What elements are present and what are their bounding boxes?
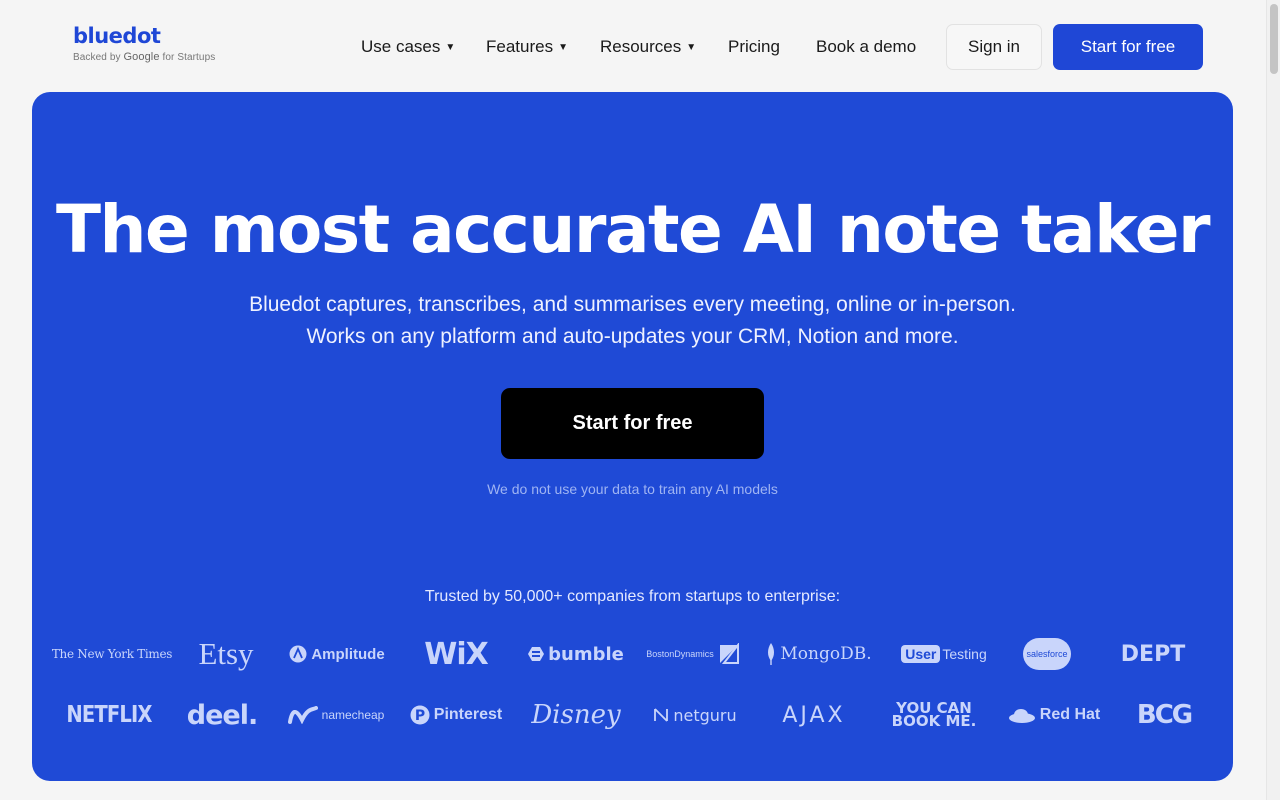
mongodb-leaf-icon [766, 643, 776, 665]
redhat-hat-icon [1008, 705, 1036, 725]
trusted-by-text: Trusted by 50,000+ companies from startu… [424, 588, 841, 605]
usertesting-testing-word: Testing [942, 646, 987, 662]
logo-tagline: Backed by Google for Startups [73, 51, 215, 63]
customer-logos-row-2: NETFLIX deel. namecheap P Pinterest Disne… [32, 690, 1233, 740]
nav-resources-label: Resources [600, 37, 682, 56]
caret-down-icon: ▼ [686, 42, 697, 53]
svg-text:P: P [415, 708, 425, 724]
bumble-icon [528, 646, 545, 662]
amplitude-icon [289, 645, 307, 663]
nav-features[interactable]: Features ▼ [486, 36, 568, 59]
privacy-note: We do not use your data to train any AI … [487, 481, 778, 497]
nav-book-demo-label: Book a demo [816, 37, 917, 56]
ycbm-line2: BOOK ME. [891, 712, 977, 730]
salesforce-wordmark: salesforce [1026, 649, 1068, 659]
deel-logo: deel. [186, 699, 258, 731]
nav-resources[interactable]: Resources ▼ [600, 36, 696, 59]
wix-logo: WiX [424, 636, 489, 672]
logo-wordmark: bluedot [73, 24, 161, 48]
usertesting-logo: User Testing [884, 629, 1004, 679]
hero-subtitle-line1: Bluedot captures, transcribes, and summa… [249, 293, 1016, 316]
page-scrollbar[interactable] [1266, 0, 1280, 800]
scrollbar-thumb[interactable] [1270, 4, 1278, 74]
netguru-wordmark: netguru [673, 705, 737, 725]
nyt-logo: The New York Times [51, 647, 173, 661]
namecheap-logo: namecheap [276, 690, 396, 740]
nav-features-label: Features [486, 37, 554, 56]
bumble-wordmark: bumble [548, 643, 624, 665]
hero-section: The most accurate AI note taker Bluedot … [32, 92, 1233, 781]
nav-book-demo[interactable]: Book a demo [816, 36, 916, 58]
netguru-icon [653, 707, 669, 723]
redhat-logo: Red Hat [994, 690, 1114, 740]
hero-title: The most accurate AI note taker [55, 191, 1211, 268]
pinterest-p-icon: P [410, 705, 430, 725]
boston-dynamics-icon [718, 643, 740, 665]
salesforce-cloud-icon: salesforce [1023, 638, 1071, 670]
hero-subtitle-line2: Works on any platform and auto-updates y… [306, 325, 959, 348]
amplitude-logo: Amplitude [277, 629, 397, 679]
caret-down-icon: ▼ [558, 42, 568, 53]
tagline-google: Google [123, 51, 160, 63]
bumble-logo: bumble [516, 629, 636, 679]
pinterest-logo: P Pinterest [396, 690, 516, 740]
namecheap-n-icon [287, 706, 318, 724]
amplitude-wordmark: Amplitude [311, 645, 385, 663]
pinterest-wordmark: Pinterest [433, 706, 503, 723]
sign-in-button[interactable]: Sign in [946, 24, 1042, 70]
nav-pricing-label: Pricing [728, 37, 780, 56]
start-for-free-hero-button[interactable]: Start for free [501, 388, 764, 459]
tagline-prefix: Backed by [73, 52, 121, 63]
hero-subtitle: Bluedot captures, transcribes, and summa… [32, 289, 1233, 353]
netguru-logo: netguru [635, 690, 755, 740]
usertesting-user-box: User [901, 645, 941, 663]
customer-logos-row-1: The New York Times Etsy Amplitude WiX bu… [32, 629, 1233, 679]
caret-down-icon: ▼ [445, 42, 456, 53]
mongodb-wordmark: MongoDB. [780, 644, 872, 664]
netflix-logo: NETFLIX [66, 702, 152, 728]
tagline-suffix: for Startups [162, 52, 216, 63]
nav-use-cases-label: Use cases [361, 37, 441, 56]
disney-logo: Disney [531, 700, 621, 730]
dept-logo: DEPT [1120, 641, 1186, 667]
boston-dynamics-logo: BostonDynamics [635, 629, 755, 679]
boston-dynamics-wordmark: BostonDynamics [646, 649, 714, 659]
mongodb-logo: MongoDB. [759, 629, 879, 679]
nav-pricing[interactable]: Pricing [728, 36, 780, 58]
bluedot-logo[interactable]: bluedot Backed by Google for Startups [73, 24, 215, 63]
start-for-free-header-button[interactable]: Start for free [1053, 24, 1203, 70]
etsy-logo: Etsy [198, 636, 254, 671]
nav-use-cases[interactable]: Use cases ▼ [361, 36, 455, 59]
salesforce-logo: salesforce [987, 629, 1107, 679]
youcanbookme-logo: YOU CAN BOOK ME. [874, 690, 994, 740]
ajax-logo: AJAX [782, 702, 846, 728]
youcanbookme-wordmark: YOU CAN BOOK ME. [891, 701, 977, 730]
redhat-wordmark: Red Hat [1039, 706, 1101, 723]
site-header: bluedot Backed by Google for Startups Us… [0, 0, 1266, 92]
namecheap-wordmark: namecheap [321, 708, 385, 722]
bcg-logo: BCG [1136, 700, 1193, 730]
